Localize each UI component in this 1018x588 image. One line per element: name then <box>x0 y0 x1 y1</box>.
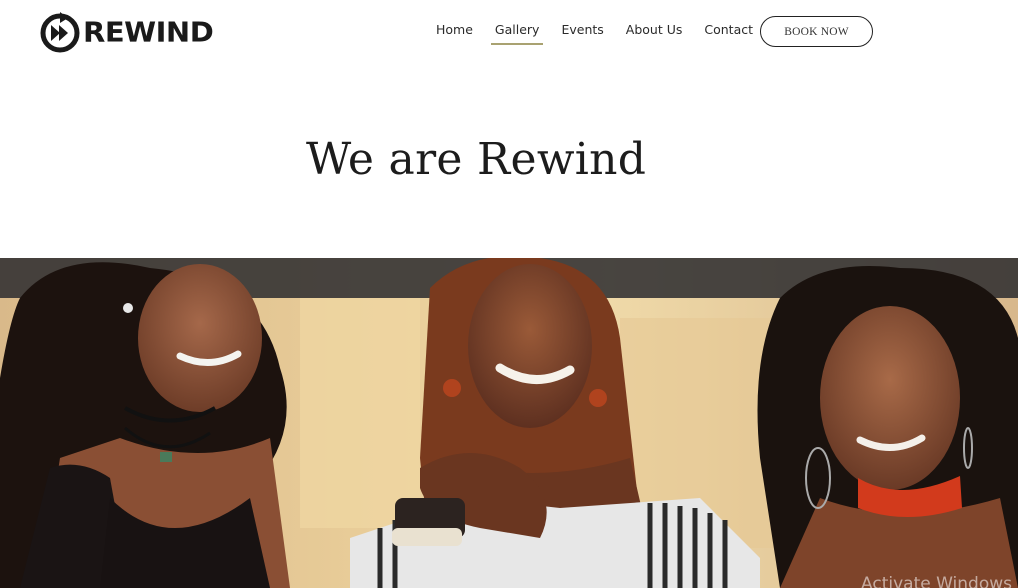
nav-events[interactable]: Events <box>561 18 603 45</box>
main-nav: Home Gallery Events About Us Contact <box>436 18 775 48</box>
logo-wordmark: REWIND <box>83 15 214 48</box>
page: REWIND Home Gallery Events About Us Cont… <box>0 0 1018 588</box>
page-title: We are Rewind <box>306 134 647 185</box>
play-rewind-circle-icon <box>40 12 80 53</box>
group-photo-image <box>0 258 1018 588</box>
nav-contact[interactable]: Contact <box>704 18 753 45</box>
book-now-button[interactable]: BOOK NOW <box>760 16 873 47</box>
nav-about-us[interactable]: About Us <box>626 18 683 45</box>
gallery-photo: Activate Windows <box>0 258 1018 588</box>
nav-gallery[interactable]: Gallery <box>490 18 543 45</box>
site-logo[interactable]: REWIND <box>38 8 214 56</box>
activate-windows-watermark: Activate Windows <box>861 574 1012 588</box>
site-header: REWIND Home Gallery Events About Us Cont… <box>0 0 1018 70</box>
nav-home[interactable]: Home <box>436 18 473 45</box>
